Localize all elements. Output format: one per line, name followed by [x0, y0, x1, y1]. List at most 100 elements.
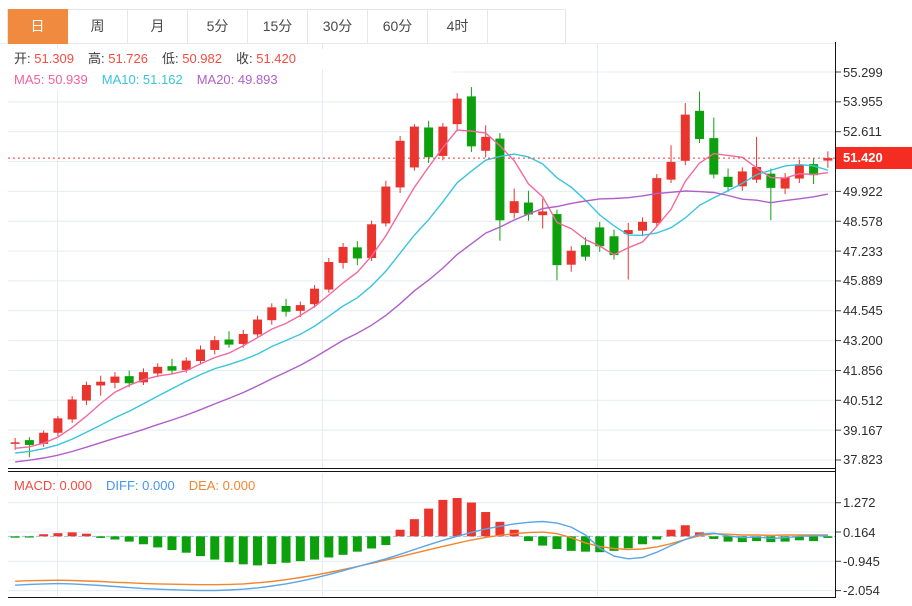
period-tab-15分[interactable]: 15分	[248, 9, 308, 44]
macd-hist-bar	[125, 536, 134, 541]
period-tab-30分[interactable]: 30分	[308, 9, 368, 44]
candle-body	[453, 99, 462, 125]
macd-hist-bar	[239, 536, 248, 564]
macd-hist-bar	[624, 536, 633, 548]
candle-body	[68, 399, 77, 419]
candle-body	[724, 177, 733, 187]
macd-hist-bar	[324, 536, 333, 557]
candle-body	[110, 377, 119, 383]
candle-body	[396, 141, 405, 188]
macd-hist-bar	[25, 536, 34, 537]
legend-value: 50.939	[48, 72, 88, 87]
macd-hist-bar	[552, 536, 561, 549]
legend-value: 50.982	[182, 51, 222, 66]
macd-hist-bar	[11, 536, 20, 537]
candle-body	[410, 127, 419, 168]
macd-hist-bar	[481, 512, 490, 536]
price-axis-label: 37.823	[843, 452, 909, 467]
candle-body	[652, 178, 661, 223]
period-tab-bar: 日周月5分15分30分60分4时	[7, 9, 566, 44]
legend-value: 0.000	[60, 478, 93, 493]
legend-value: 0.000	[223, 478, 256, 493]
legend-value: 0.000	[142, 478, 175, 493]
legend-item: 收: 51.420	[236, 51, 296, 66]
candle-body	[53, 418, 62, 432]
period-tab-4时[interactable]: 4时	[428, 9, 488, 44]
legend-value: 49.893	[238, 72, 278, 87]
macd-hist-bar	[724, 536, 733, 541]
legend-item: 高: 51.726	[88, 51, 148, 66]
ma-legend: MA5: 50.939MA10: 51.162MA20: 49.893	[0, 70, 316, 90]
macd-hist-bar	[381, 536, 390, 545]
price-axis-label: 44.545	[843, 303, 909, 318]
period-tab-60分[interactable]: 60分	[368, 9, 428, 44]
macd-hist-bar	[167, 536, 176, 550]
candle-body	[353, 247, 362, 258]
candle-body	[467, 96, 476, 146]
legend-value: 51.420	[256, 51, 296, 66]
candle-body	[781, 177, 790, 188]
candle-body	[167, 366, 176, 370]
legend-item: 开: 51.309	[14, 51, 74, 66]
macd-hist-bar	[139, 536, 148, 544]
macd-hist-bar	[453, 498, 462, 536]
candle-body	[153, 367, 162, 374]
ohlc-legend: 开: 51.309 高: 51.726 低: 50.982 收: 51.420	[0, 49, 334, 69]
macd-hist-bar	[267, 536, 276, 564]
legend-label: 收:	[236, 51, 256, 66]
macd-hist-bar	[82, 534, 91, 537]
price-axis-label: 40.512	[843, 393, 909, 408]
price-axis-label: 41.856	[843, 363, 909, 378]
candle-body	[567, 251, 576, 265]
candle-body	[11, 442, 20, 444]
legend-value: 51.309	[34, 51, 74, 66]
macd-hist-bar	[823, 536, 832, 538]
macd-axis-label: -0.945	[843, 554, 909, 569]
price-axis-label: 39.167	[843, 423, 909, 438]
price-axis-label: 47.233	[843, 244, 909, 259]
current-price-value: 51.420	[843, 150, 883, 165]
candle-body	[225, 340, 234, 345]
candle-body	[481, 137, 490, 151]
macd-hist-bar	[524, 536, 533, 541]
price-axis-label: 45.889	[843, 273, 909, 288]
legend-item: DIFF: 0.000	[106, 478, 175, 493]
macd-hist-bar	[424, 509, 433, 537]
tab-bar-filler	[488, 9, 566, 44]
candle-body	[324, 262, 333, 290]
price-axis-label: 49.922	[843, 184, 909, 199]
candle-body	[96, 382, 105, 386]
price-axis-label: 52.611	[843, 124, 909, 139]
macd-hist-bar	[68, 532, 77, 536]
macd-hist-bar	[310, 536, 319, 559]
legend-item: DEA: 0.000	[189, 478, 256, 493]
legend-label: 低:	[162, 51, 182, 66]
macd-hist-bar	[638, 536, 647, 544]
candlestick-chart[interactable]	[0, 0, 912, 606]
period-tab-月[interactable]: 月	[128, 9, 188, 44]
candle-body	[538, 211, 547, 215]
period-tab-周[interactable]: 周	[68, 9, 128, 44]
candle-body	[638, 222, 647, 231]
current-price-tag: 51.420	[836, 147, 912, 169]
macd-hist-bar	[282, 536, 291, 562]
kline-chart-app: 日周月5分15分30分60分4时 开: 51.309 高: 51.726 低: 50…	[0, 0, 912, 606]
macd-hist-bar	[809, 536, 818, 541]
candle-body	[510, 201, 519, 213]
candle-body	[196, 350, 205, 362]
macd-hist-bar	[39, 534, 48, 536]
macd-hist-bar	[153, 536, 162, 547]
period-tab-5分[interactable]: 5分	[188, 9, 248, 44]
macd-hist-bar	[410, 519, 419, 536]
ma20-line	[15, 191, 828, 462]
candle-body	[495, 139, 504, 221]
candle-body	[253, 320, 262, 335]
period-tab-日[interactable]: 日	[8, 9, 68, 44]
price-axis-label: 48.578	[843, 214, 909, 229]
candle-body	[82, 385, 91, 401]
macd-hist-bar	[495, 522, 504, 537]
legend-value: 51.726	[108, 51, 148, 66]
macd-hist-bar	[681, 525, 690, 536]
macd-axis-label: 0.164	[843, 525, 909, 540]
legend-item: MACD: 0.000	[14, 478, 92, 493]
